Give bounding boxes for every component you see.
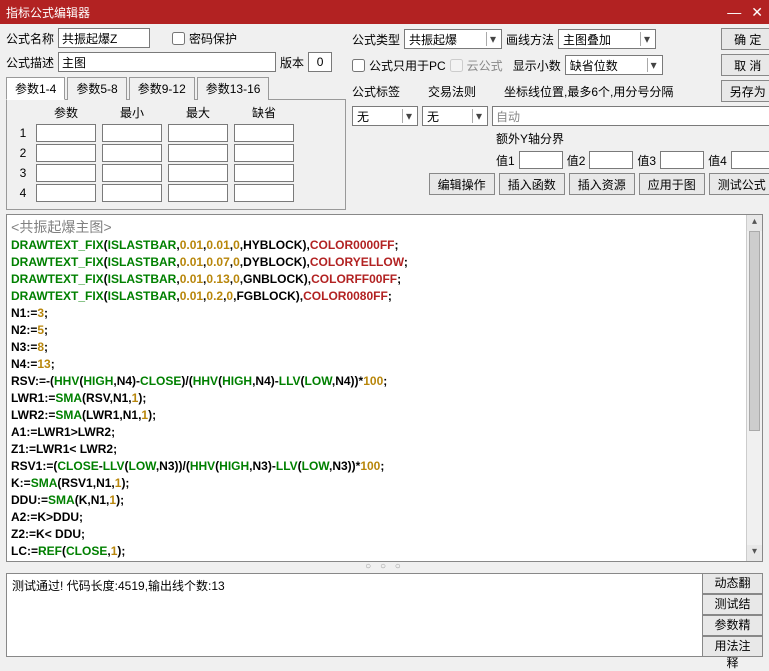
chevron-down-icon: ▾	[472, 109, 485, 123]
param-4-name[interactable]	[36, 184, 96, 202]
label-cloud: 云公式	[467, 57, 503, 74]
label-draw-method: 画线方法	[506, 31, 554, 48]
param-3-name[interactable]	[36, 164, 96, 182]
param-1-max[interactable]	[168, 124, 228, 142]
cancel-button[interactable]: 取 消	[721, 54, 769, 76]
insert-res-button[interactable]: 插入资源	[569, 173, 635, 195]
y4-input[interactable]	[731, 151, 769, 169]
usage-button[interactable]: 用法注释	[703, 636, 763, 657]
rule-select[interactable]: 无▾	[422, 106, 488, 126]
param-2-name[interactable]	[36, 144, 96, 162]
save-as-button[interactable]: 另存为	[721, 80, 769, 102]
coord-input[interactable]	[492, 106, 769, 126]
pc-only-checkbox[interactable]	[352, 59, 365, 72]
label-v4: 值4	[708, 152, 727, 169]
param-1-def[interactable]	[234, 124, 294, 142]
formula-desc-input[interactable]	[58, 52, 276, 72]
param-row: 3	[13, 163, 297, 183]
y1-input[interactable]	[519, 151, 563, 169]
param-3-max[interactable]	[168, 164, 228, 182]
label-v2: 值2	[567, 152, 586, 169]
y2-input[interactable]	[589, 151, 633, 169]
param-3-min[interactable]	[102, 164, 162, 182]
label-v1: 值1	[496, 152, 515, 169]
code-body[interactable]: DRAWTEXT_FIX(ISLASTBAR,0.01,0.01,0,HYBLO…	[7, 237, 762, 562]
param-header-min: 最小	[99, 104, 165, 123]
param-4-max[interactable]	[168, 184, 228, 202]
close-icon[interactable]: ✕	[751, 4, 763, 21]
param-4-min[interactable]	[102, 184, 162, 202]
label-formula-type: 公式类型	[352, 31, 400, 48]
label-extra-y: 额外Y轴分界	[496, 130, 564, 147]
label-show-decimal: 显示小数	[513, 57, 561, 74]
ok-button[interactable]: 确 定	[721, 28, 769, 50]
code-title: <共振起爆主图>	[7, 215, 762, 237]
param-header-max: 最大	[165, 104, 231, 123]
draw-method-select[interactable]: 主图叠加▾	[558, 29, 656, 49]
param-header-name: 参数	[33, 104, 99, 123]
tag-select[interactable]: 无▾	[352, 106, 418, 126]
param-2-min[interactable]	[102, 144, 162, 162]
tab-params-13-16[interactable]: 参数13-16	[197, 77, 270, 100]
param-1-name[interactable]	[36, 124, 96, 142]
formula-name-input[interactable]	[58, 28, 150, 48]
y3-input[interactable]	[660, 151, 704, 169]
pwd-protect-checkbox[interactable]	[172, 32, 185, 45]
scroll-up-icon[interactable]: ▴	[747, 215, 762, 231]
minimize-icon[interactable]: —	[727, 4, 741, 21]
chevron-down-icon: ▾	[647, 58, 660, 72]
chevron-down-icon: ▾	[486, 32, 499, 46]
chevron-down-icon: ▾	[640, 32, 653, 46]
label-v3: 值3	[637, 152, 656, 169]
chevron-down-icon: ▾	[402, 109, 415, 123]
param-2-def[interactable]	[234, 144, 294, 162]
param-wiz-button[interactable]: 参数精灵	[703, 615, 763, 636]
insert-fn-button[interactable]: 插入函数	[499, 173, 565, 195]
param-3-def[interactable]	[234, 164, 294, 182]
label-version: 版本	[280, 54, 304, 71]
scrollbar-v[interactable]: ▴ ▾	[746, 215, 762, 561]
dyn-trans-button[interactable]: 动态翻译	[703, 573, 763, 594]
edit-op-button[interactable]: 编辑操作	[429, 173, 495, 195]
splitter[interactable]: ○ ○ ○	[6, 564, 763, 569]
result-output: 测试通过! 代码长度:4519,输出线个数:13	[6, 573, 703, 657]
decimal-select[interactable]: 缺省位数▾	[565, 55, 663, 75]
formula-type-select[interactable]: 共振起爆▾	[404, 29, 502, 49]
tab-params-9-12[interactable]: 参数9-12	[129, 77, 195, 100]
apply-button[interactable]: 应用于图	[639, 173, 705, 195]
tab-params-5-8[interactable]: 参数5-8	[67, 77, 126, 100]
label-formula-tag: 公式标签	[352, 83, 400, 100]
scroll-down-icon[interactable]: ▾	[747, 545, 762, 561]
version-input[interactable]	[308, 52, 332, 72]
label-trade-rule: 交易法则	[428, 83, 476, 100]
window-title: 指标公式编辑器	[6, 4, 90, 21]
param-1-min[interactable]	[102, 124, 162, 142]
label-pc-only: 公式只用于PC	[369, 57, 446, 74]
param-row: 1	[13, 123, 297, 143]
scroll-thumb[interactable]	[749, 231, 760, 431]
param-row: 2	[13, 143, 297, 163]
label-formula-name: 公式名称	[6, 30, 54, 47]
titlebar: 指标公式编辑器 — ✕	[0, 0, 769, 24]
param-grid: 参数 最小 最大 缺省 1 2 3 4	[6, 100, 346, 210]
cloud-checkbox	[450, 59, 463, 72]
test-result-button[interactable]: 测试结果	[703, 594, 763, 615]
label-formula-desc: 公式描述	[6, 54, 54, 71]
param-row: 4	[13, 183, 297, 203]
code-editor[interactable]: <共振起爆主图> DRAWTEXT_FIX(ISLASTBAR,0.01,0.0…	[6, 214, 763, 562]
param-header-def: 缺省	[231, 104, 297, 123]
test-button[interactable]: 测试公式	[709, 173, 769, 195]
label-coord-hint: 坐标线位置,最多6个,用分号分隔	[504, 83, 673, 100]
tab-params-1-4[interactable]: 参数1-4	[6, 77, 65, 100]
label-pwd-protect: 密码保护	[189, 30, 237, 47]
param-2-max[interactable]	[168, 144, 228, 162]
param-tabs: 参数1-4 参数5-8 参数9-12 参数13-16	[6, 76, 346, 100]
param-4-def[interactable]	[234, 184, 294, 202]
